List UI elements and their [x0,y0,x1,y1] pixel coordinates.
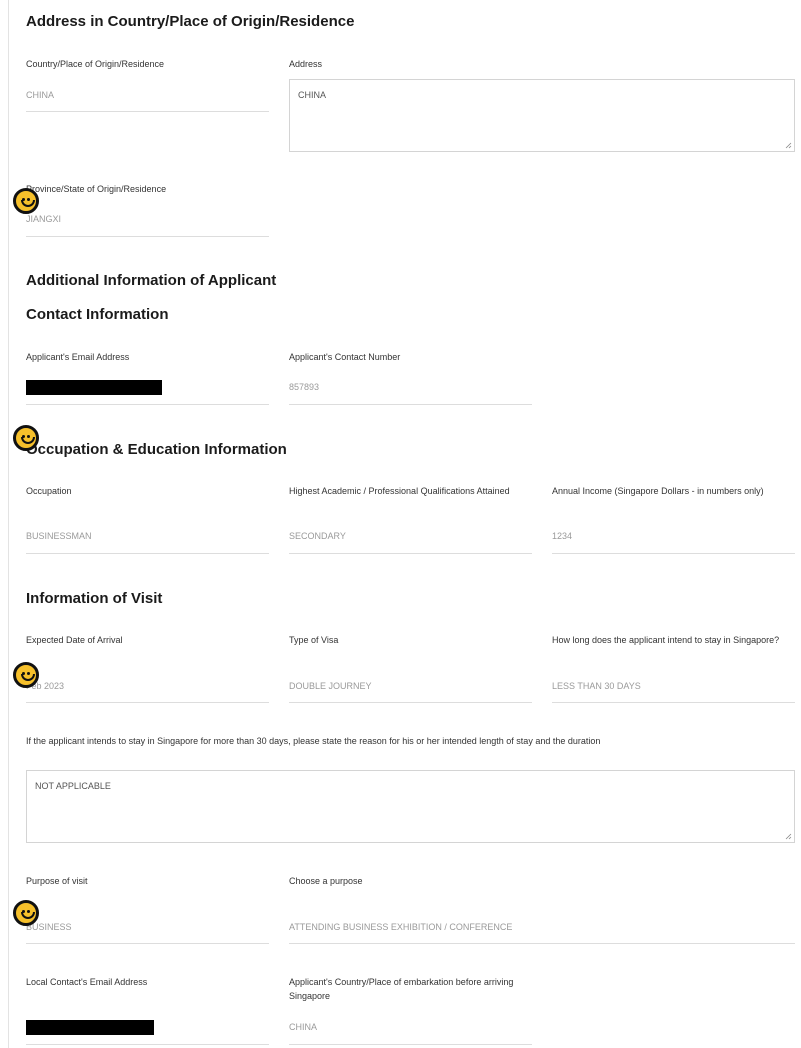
occupation-value[interactable]: BUSINESSMAN [26,530,92,542]
section-heading-occupation: Occupation & Education Information [26,441,287,458]
resize-grip-icon[interactable] [785,142,792,149]
purpose-label: Purpose of visit [26,876,88,886]
arrival-underline [26,702,269,703]
smiley-marker-icon [13,188,39,214]
qualification-label: Highest Academic / Professional Qualific… [289,486,510,496]
province-value[interactable]: JIANGXI [26,213,61,225]
email-label: Applicant's Email Address [26,352,130,362]
choose-purpose-underline [289,943,795,944]
qualification-value[interactable]: SECONDARY [289,530,346,542]
embarkation-label: Applicant's Country/Place of embarkation… [289,977,514,1001]
smiley-marker-icon [13,662,39,688]
email-value-redacted[interactable] [26,380,162,395]
smiley-marker-icon [13,425,39,451]
phone-value[interactable]: 857893 [289,381,319,393]
smiley-marker-icon [13,900,39,926]
occupation-underline [26,553,269,554]
choose-purpose-label: Choose a purpose [289,876,363,886]
stay-value[interactable]: LESS THAN 30 DAYS [552,680,641,692]
stay-underline [552,702,795,703]
embarkation-value[interactable]: CHINA [289,1021,317,1033]
local-email-label: Local Contact's Email Address [26,977,148,987]
province-underline [26,236,269,237]
choose-purpose-value[interactable]: ATTENDING BUSINESS EXHIBITION / CONFEREN… [289,921,512,933]
section-heading-address: Address in Country/Place of Origin/Resid… [26,13,355,30]
reason-textarea[interactable]: NOT APPLICABLE [26,770,795,843]
visa-type-underline [289,702,532,703]
qualification-underline [289,553,532,554]
address-textarea[interactable]: CHINA [289,79,795,152]
occupation-label: Occupation [26,486,72,496]
country-underline [26,111,269,112]
left-border [8,0,9,1048]
section-heading-contact: Contact Information [26,306,169,323]
stay-label: How long does the applicant intend to st… [552,635,780,645]
address-value: CHINA [298,90,327,100]
reason-label: If the applicant intends to stay in Sing… [26,736,601,746]
income-label: Annual Income (Singapore Dollars - in nu… [552,486,764,496]
purpose-underline [26,943,269,944]
address-label: Address [289,59,323,69]
email-underline [26,404,269,405]
phone-underline [289,404,532,405]
local-email-value-redacted[interactable] [26,1020,154,1035]
income-underline [552,553,795,554]
resize-grip-icon[interactable] [785,833,792,840]
arrival-label: Expected Date of Arrival [26,635,123,645]
section-heading-additional: Additional Information of Applicant [26,272,277,289]
income-value[interactable]: 1234 [552,530,572,542]
province-label: Province/State of Origin/Residence [26,184,167,194]
section-heading-visit: Information of Visit [26,590,163,607]
visa-type-value[interactable]: DOUBLE JOURNEY [289,680,372,692]
country-value[interactable]: CHINA [26,89,54,101]
reason-value: NOT APPLICABLE [35,781,111,791]
phone-label: Applicant's Contact Number [289,352,401,362]
local-email-underline [26,1044,269,1045]
country-label: Country/Place of Origin/Residence [26,59,165,69]
visa-type-label: Type of Visa [289,635,339,645]
embarkation-underline [289,1044,532,1045]
